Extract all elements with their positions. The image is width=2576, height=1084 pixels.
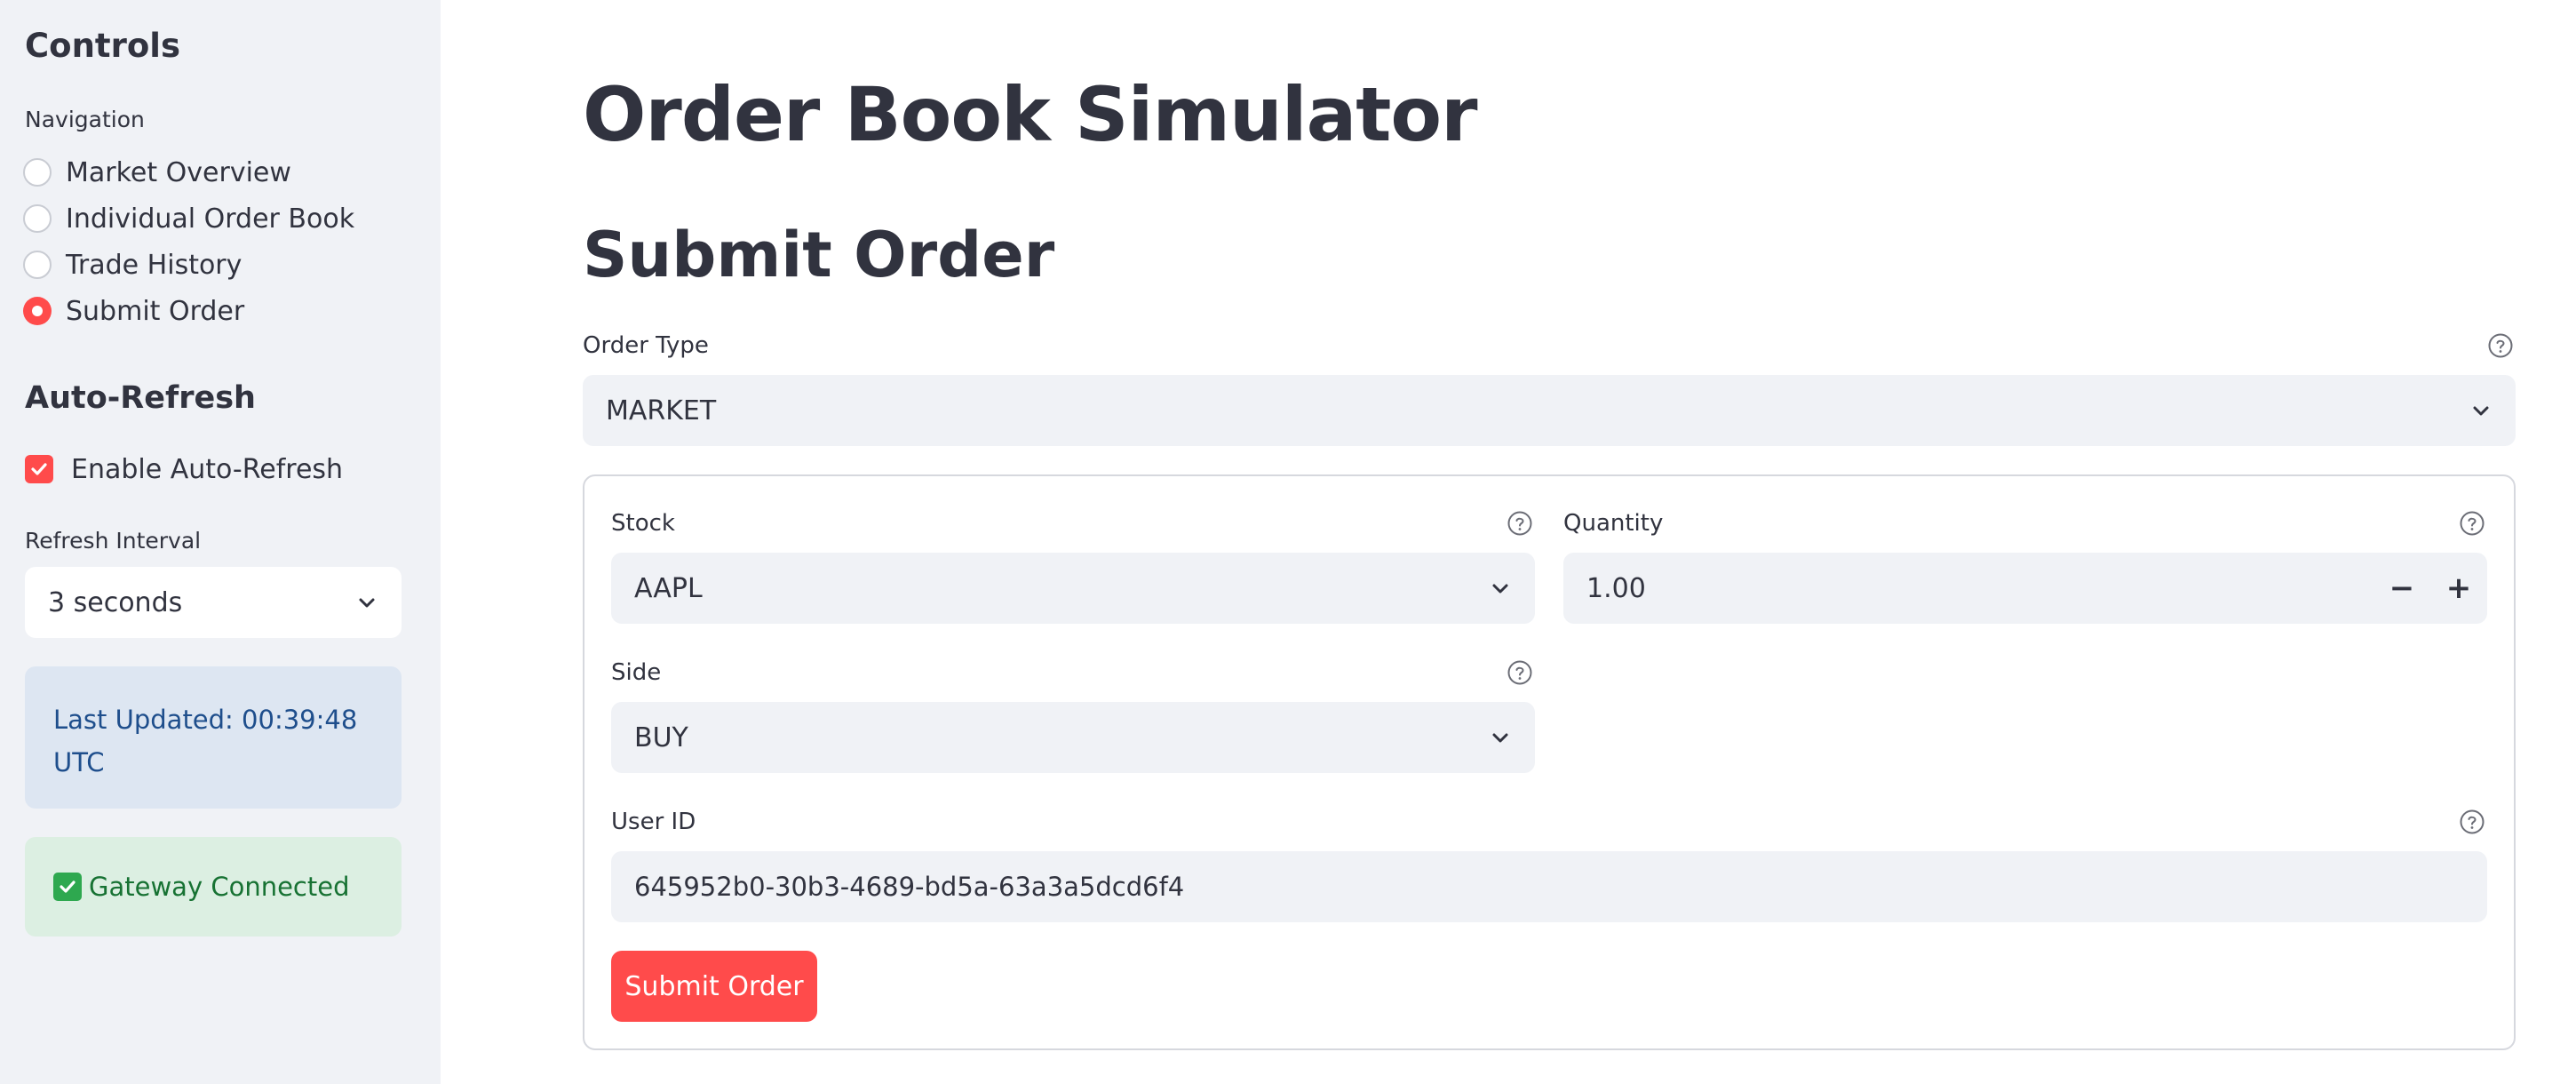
sidebar: Controls Navigation Market Overview Indi…	[0, 0, 441, 1084]
stock-label: Stock	[611, 510, 675, 537]
quantity-stepper[interactable]: 1.00 − +	[1563, 553, 2487, 624]
checkbox-checked-icon[interactable]	[25, 455, 53, 483]
section-title: Submit Order	[583, 219, 1055, 291]
decrement-button[interactable]: −	[2373, 553, 2430, 624]
check-mark-icon	[53, 873, 82, 901]
radio-circle-selected[interactable]	[23, 297, 52, 325]
auto-refresh-heading: Auto-Refresh	[25, 380, 256, 416]
radio-circle[interactable]	[23, 204, 52, 233]
help-icon[interactable]	[1507, 510, 1533, 537]
refresh-interval-label: Refresh Interval	[25, 528, 202, 554]
nav-radio-submit-order[interactable]: Submit Order	[23, 293, 244, 329]
help-icon[interactable]	[1507, 659, 1533, 686]
order-type-value: MARKET	[606, 395, 717, 426]
order-type-select[interactable]: MARKET	[583, 375, 2516, 446]
nav-radio-individual-order-book[interactable]: Individual Order Book	[23, 201, 354, 236]
nav-option-label: Individual Order Book	[66, 203, 355, 235]
gateway-status-text: Gateway Connected	[89, 872, 350, 902]
refresh-interval-select[interactable]: 3 seconds	[25, 567, 402, 638]
radio-circle[interactable]	[23, 251, 52, 279]
submit-order-button[interactable]: Submit Order	[611, 951, 817, 1022]
nav-radio-trade-history[interactable]: Trade History	[23, 247, 242, 283]
nav-option-label: Trade History	[66, 249, 242, 281]
chevron-down-icon	[1492, 733, 1508, 743]
chevron-down-icon	[359, 598, 375, 608]
nav-option-label: Market Overview	[66, 156, 291, 188]
last-updated-info: Last Updated: 00:39:48 UTC	[25, 666, 402, 809]
help-icon[interactable]	[2459, 809, 2485, 835]
gateway-status-box: Gateway Connected	[25, 837, 402, 937]
help-icon[interactable]	[2459, 510, 2485, 537]
app-root: Controls Navigation Market Overview Indi…	[0, 0, 2576, 1084]
side-value: BUY	[634, 721, 688, 753]
chevron-down-icon	[2473, 406, 2489, 416]
order-type-label: Order Type	[583, 332, 709, 359]
checkbox-label: Enable Auto-Refresh	[71, 453, 344, 485]
nav-radio-market-overview[interactable]: Market Overview	[23, 155, 291, 190]
side-select[interactable]: BUY	[611, 702, 1535, 773]
nav-option-label: Submit Order	[66, 295, 245, 327]
user-id-input[interactable]	[634, 872, 2464, 902]
chevron-down-icon	[1492, 584, 1508, 594]
navigation-label: Navigation	[25, 107, 145, 132]
stock-value: AAPL	[634, 572, 703, 604]
side-label: Side	[611, 659, 662, 686]
quantity-label: Quantity	[1563, 510, 1664, 537]
stock-select[interactable]: AAPL	[611, 553, 1535, 624]
sidebar-title: Controls	[25, 27, 180, 65]
increment-button[interactable]: +	[2430, 553, 2487, 624]
enable-auto-refresh-checkbox[interactable]: Enable Auto-Refresh	[25, 451, 343, 487]
user-id-label: User ID	[611, 809, 696, 835]
user-id-field[interactable]	[611, 851, 2487, 922]
radio-circle[interactable]	[23, 158, 52, 187]
quantity-value[interactable]: 1.00	[1586, 573, 2373, 604]
page-title: Order Book Simulator	[583, 71, 1478, 158]
refresh-interval-value: 3 seconds	[48, 586, 183, 618]
help-icon[interactable]	[2487, 332, 2514, 359]
